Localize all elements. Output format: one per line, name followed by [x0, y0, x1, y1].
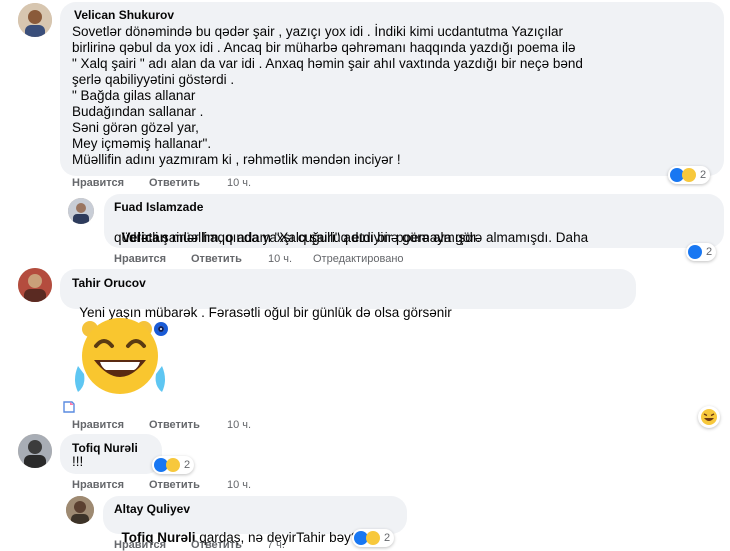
- haha-reaction-icon[interactable]: [698, 406, 720, 428]
- reaction-count: 2: [700, 169, 707, 181]
- reaction-summary[interactable]: 2: [686, 243, 717, 261]
- reply-button[interactable]: Ответить: [191, 539, 242, 551]
- comment-author[interactable]: Velican Shukurov: [74, 8, 174, 22]
- comment-author[interactable]: Tofiq Nurəli: [72, 441, 138, 455]
- comment-line: " Bağda gilas allanar: [72, 88, 196, 103]
- haha-reaction-icon: [366, 531, 380, 545]
- reaction-summary[interactable]: 2: [352, 529, 395, 547]
- reaction-count: 2: [384, 532, 391, 544]
- reaction-summary[interactable]: 2: [152, 456, 195, 474]
- edited-label: Отредактировано: [313, 253, 404, 265]
- avatar[interactable]: [68, 198, 94, 224]
- timestamp[interactable]: 10 ч.: [227, 419, 251, 431]
- reply-button[interactable]: Ответить: [149, 419, 200, 431]
- avatar[interactable]: [18, 268, 52, 302]
- comment-line: qüdrətli şairlər haqqında yaxşı cuğulluq…: [114, 230, 481, 245]
- haha-reaction-icon: [682, 168, 696, 182]
- like-button[interactable]: Нравится: [72, 479, 124, 491]
- comment-line: !!!: [72, 454, 84, 469]
- avatar[interactable]: [18, 3, 52, 37]
- timestamp[interactable]: 10 ч.: [227, 479, 251, 491]
- comment-line: şerlə qabiliyyətini göstərdi .: [72, 72, 235, 87]
- avatar[interactable]: [18, 434, 52, 468]
- reply-button[interactable]: Ответить: [149, 177, 200, 189]
- comment-line: Sovetlər dönəmində bu qədər şair , yazıç…: [72, 24, 563, 39]
- comment-author[interactable]: Fuad Islamzade: [114, 200, 203, 214]
- timestamp[interactable]: 10 ч.: [227, 177, 251, 189]
- timestamp[interactable]: 7 ч.: [267, 539, 285, 551]
- comment-line: Budağından sallanar .: [72, 104, 204, 119]
- comment-line: " Xalq şairi " adı alan da var idi . Anx…: [72, 56, 583, 71]
- like-button[interactable]: Нравится: [114, 539, 166, 551]
- laughing-crying-sticker[interactable]: [64, 316, 176, 400]
- reaction-summary[interactable]: 2: [668, 166, 711, 184]
- comment-author[interactable]: Tahir Orucov: [72, 276, 146, 290]
- avatar[interactable]: [66, 496, 94, 524]
- sticker-pack-icon[interactable]: [62, 400, 76, 414]
- haha-reaction-icon: [166, 458, 180, 472]
- reaction-count: 2: [706, 246, 713, 258]
- reply-button[interactable]: Ответить: [149, 479, 200, 491]
- comment-line: Müəllifin adını yazmıram ki , rəhmətlik …: [72, 152, 401, 167]
- comment-line: Mey içməmiş hallanar".: [72, 136, 212, 151]
- like-button[interactable]: Нравится: [72, 177, 124, 189]
- like-reaction-icon: [688, 245, 702, 259]
- comment-line: birlirinə qəbul da yox idi . Ancaq bir m…: [72, 40, 576, 55]
- like-button[interactable]: Нравится: [114, 253, 166, 265]
- timestamp[interactable]: 10 ч.: [268, 253, 292, 265]
- like-button[interactable]: Нравится: [72, 419, 124, 431]
- comment-line: Səni görən gözəl yar,: [72, 120, 199, 135]
- reaction-count: 2: [184, 459, 191, 471]
- reply-button[interactable]: Ответить: [191, 253, 242, 265]
